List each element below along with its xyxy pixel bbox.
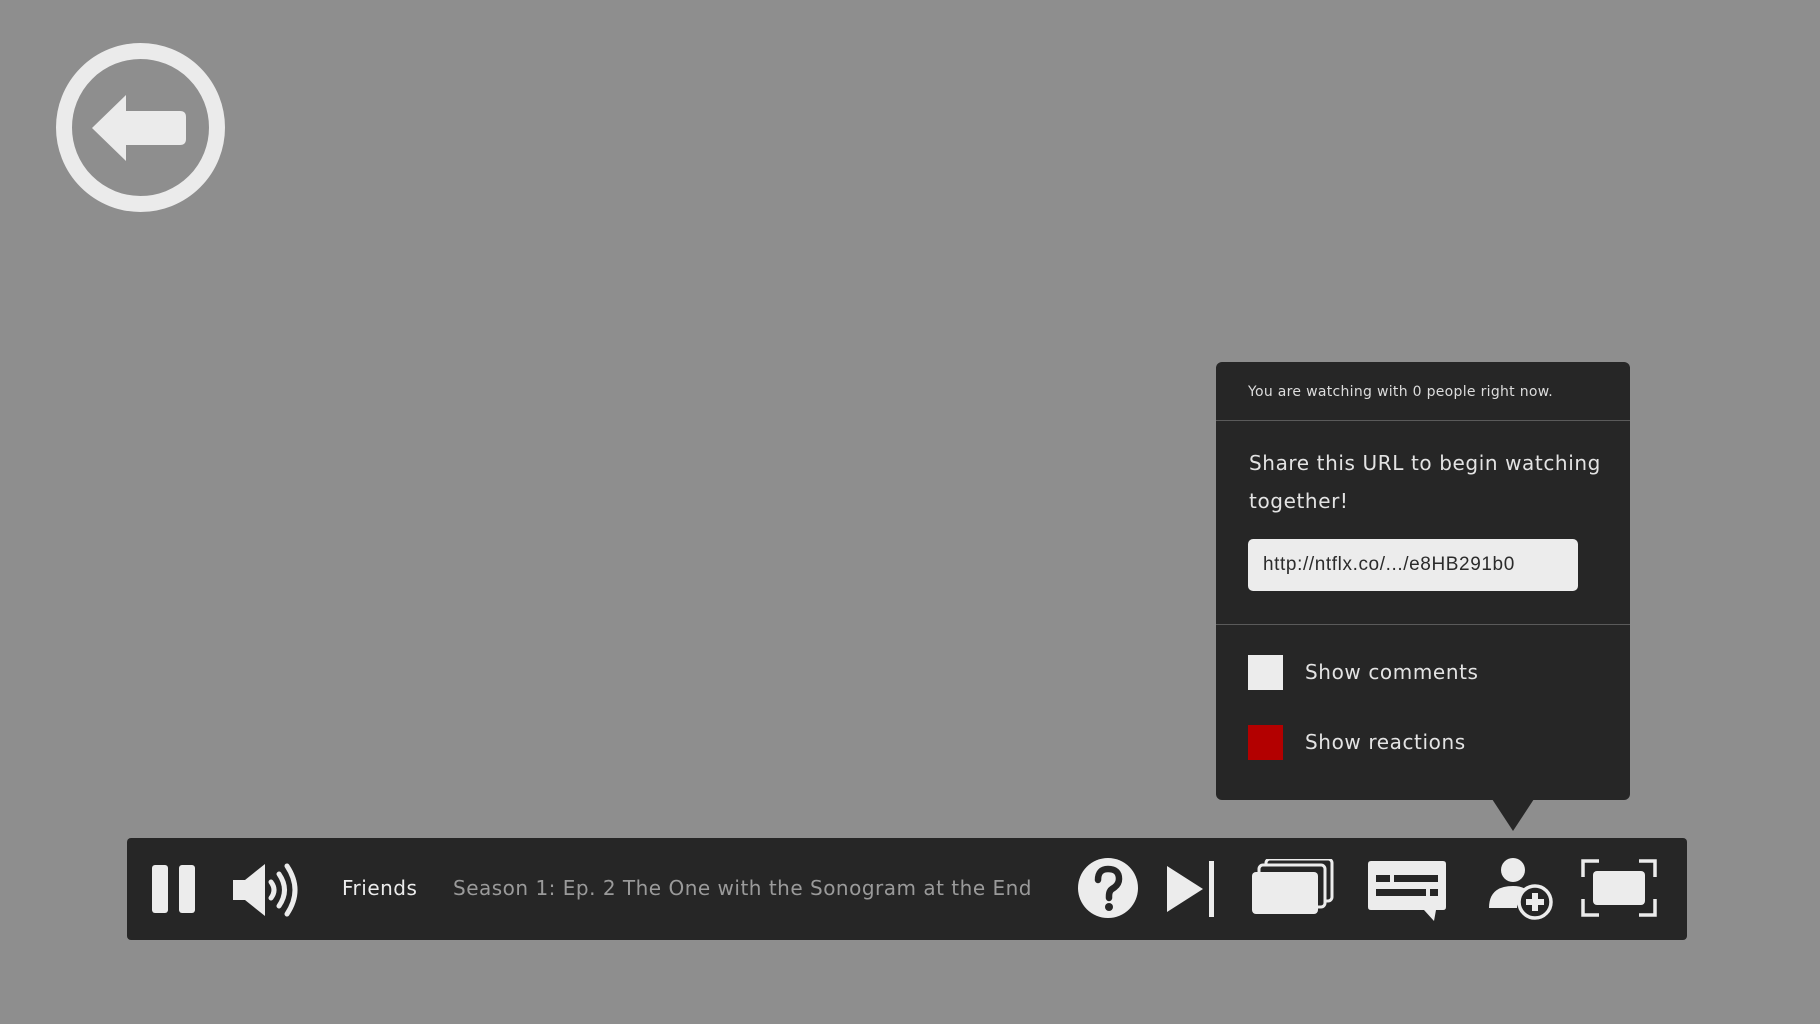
show-title: Friends xyxy=(342,876,418,900)
help-icon xyxy=(1078,858,1138,918)
video-player: You are watching with 0 people right now… xyxy=(0,0,1820,1024)
show-comments-toggle[interactable]: Show comments xyxy=(1248,654,1479,690)
divider xyxy=(1216,624,1630,625)
pause-icon xyxy=(152,865,195,913)
fullscreen-button[interactable] xyxy=(1581,859,1657,921)
show-reactions-toggle[interactable]: Show reactions xyxy=(1248,724,1466,760)
back-button[interactable] xyxy=(56,43,225,212)
share-instructions: Share this URL to begin watching togethe… xyxy=(1249,451,1601,513)
next-episode-icon xyxy=(1167,861,1214,917)
share-url-field[interactable] xyxy=(1248,539,1578,591)
watching-status: You are watching with 0 people right now… xyxy=(1248,384,1553,400)
next-episode-button[interactable] xyxy=(1167,861,1215,921)
show-comments-checkbox[interactable] xyxy=(1248,654,1283,690)
back-arrow-icon xyxy=(92,95,186,161)
show-reactions-checkbox[interactable] xyxy=(1248,724,1283,760)
show-comments-label: Show comments xyxy=(1305,660,1479,684)
volume-button[interactable] xyxy=(233,862,303,922)
watch-party-button[interactable] xyxy=(1485,856,1555,924)
show-reactions-label: Show reactions xyxy=(1305,730,1466,754)
subtitles-button[interactable] xyxy=(1368,861,1448,925)
episodes-icon xyxy=(1252,857,1334,914)
divider xyxy=(1216,420,1630,421)
subtitles-icon xyxy=(1368,861,1446,921)
watch-party-popup: You are watching with 0 people right now… xyxy=(1216,362,1630,831)
episodes-button[interactable] xyxy=(1252,857,1334,919)
watch-party-icon xyxy=(1489,858,1553,920)
help-button[interactable] xyxy=(1078,858,1138,922)
popup-pointer xyxy=(1492,799,1534,831)
fullscreen-icon xyxy=(1581,859,1657,917)
volume-icon xyxy=(233,863,298,917)
pause-button[interactable] xyxy=(152,865,196,917)
control-bar: Friends Season 1: Ep. 2 The One with the… xyxy=(127,838,1687,940)
episode-title: Season 1: Ep. 2 The One with the Sonogra… xyxy=(453,876,1032,900)
